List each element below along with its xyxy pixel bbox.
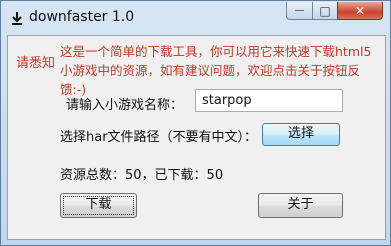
- close-button[interactable]: ✕: [337, 2, 383, 20]
- game-name-input[interactable]: [195, 89, 343, 112]
- download-arrow-icon: [12, 12, 22, 25]
- minimize-button[interactable]: —: [286, 2, 313, 20]
- title-bar[interactable]: downfaster 1.0 — □ ✕: [1, 1, 390, 35]
- about-button[interactable]: 关于: [258, 193, 343, 218]
- notice-label: 请悉知: [16, 56, 56, 71]
- download-button[interactable]: 下载: [60, 193, 137, 218]
- client-area: 请悉知 这是一个简单的下载工具，你可以用它来快速下载html5小游戏中的资源，如…: [7, 35, 386, 240]
- window-title: downfaster 1.0: [29, 9, 135, 25]
- download-status: 资源总数：50，已下载：50: [60, 168, 224, 183]
- app-window: downfaster 1.0 — □ ✕ 请悉知 这是一个简单的下载工具，你可以…: [0, 0, 391, 246]
- game-name-label: 请输入小游戏名称：: [66, 98, 184, 113]
- maximize-icon: □: [319, 3, 331, 18]
- har-path-label: 选择har文件路径（不要有中文）：: [60, 130, 258, 145]
- select-file-button[interactable]: 选择: [262, 123, 340, 146]
- minimize-icon: —: [294, 5, 305, 16]
- maximize-button[interactable]: □: [312, 2, 338, 20]
- close-icon: ✕: [354, 3, 366, 18]
